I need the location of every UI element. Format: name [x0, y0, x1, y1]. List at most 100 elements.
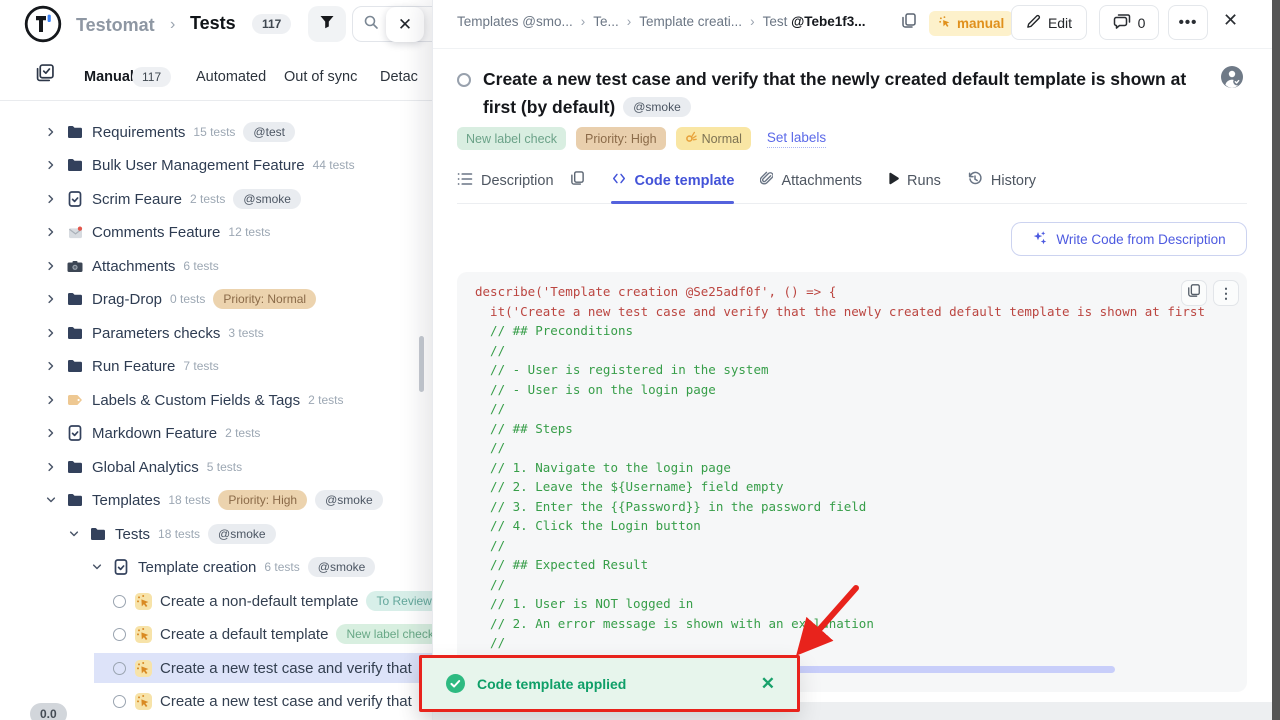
sidebar-scrollbar[interactable] — [419, 336, 424, 392]
tab-description[interactable]: Description — [457, 170, 554, 203]
tree-item-label: Bulk User Management Feature — [92, 157, 305, 174]
manual-cursor-icon — [938, 15, 952, 32]
sidebar-folder-item[interactable]: Tests18 tests@smoke — [0, 519, 432, 549]
assignee-avatar[interactable] — [1221, 66, 1243, 93]
kebab-icon: ••• — [1179, 14, 1198, 31]
app-name[interactable]: Testomat — [76, 15, 155, 36]
breadcrumb-item[interactable]: Test @Tebe1f3... — [763, 14, 866, 29]
sidebar-folder-item[interactable]: Global Analytics5 tests — [0, 452, 432, 482]
tab-code-template[interactable]: Code template — [611, 170, 735, 203]
search-icon — [363, 14, 379, 35]
panel-close-button[interactable]: ✕ — [1223, 10, 1238, 31]
tab-attachments[interactable]: Attachments — [760, 170, 862, 203]
manual-icon — [134, 626, 152, 643]
manual-icon — [134, 593, 152, 610]
test-status-circle[interactable] — [457, 73, 471, 87]
sidebar-test-item[interactable]: Create a default templateNew label check — [0, 619, 432, 649]
toast-close-button[interactable]: ✕ — [761, 674, 775, 694]
chevron-right-icon[interactable] — [44, 193, 58, 205]
tree-item-count: 5 tests — [207, 460, 242, 474]
code-line: // ## Steps — [475, 419, 1247, 439]
more-actions-button[interactable]: ••• — [1168, 5, 1208, 40]
write-code-from-description-button[interactable]: Write Code from Description — [1011, 222, 1247, 256]
breadcrumb-item[interactable]: Te... — [593, 14, 619, 29]
chevron-right-icon[interactable] — [44, 260, 58, 272]
ok-hand-icon — [685, 131, 697, 146]
sidebar-folder-item[interactable]: Scrim Feaure2 tests@smoke — [0, 184, 432, 214]
code-line: // — [475, 399, 1247, 419]
page-vertical-scrollbar[interactable] — [1272, 0, 1280, 720]
breadcrumb-item[interactable]: Template creati... — [639, 14, 742, 29]
copy-description-button[interactable] — [570, 170, 585, 203]
code-more-button[interactable]: ⋮ — [1213, 280, 1239, 306]
tab-history[interactable]: History — [967, 170, 1036, 203]
version-badge[interactable]: 0.0 — [30, 703, 67, 720]
code-line: describe('Template creation @Se25adf0f',… — [475, 282, 1247, 302]
sidebar-test-item[interactable]: Create a non-default templateTo Review — [0, 586, 432, 616]
sidebar-folder-item[interactable]: Labels & Custom Fields & Tags2 tests — [0, 385, 432, 415]
chevron-right-icon[interactable] — [44, 159, 58, 171]
sidebar-folder-item[interactable]: Attachments6 tests — [0, 251, 432, 281]
tree-item-label: Markdown Feature — [92, 425, 217, 442]
chevron-right-icon[interactable] — [44, 394, 58, 406]
code-line: // — [475, 341, 1247, 361]
tree-item-count: 0 tests — [170, 292, 205, 306]
sidebar-folder-item[interactable]: Comments Feature12 tests — [0, 217, 432, 247]
tab-detached[interactable]: Detac — [380, 69, 418, 85]
tree-item-label: Tests — [115, 526, 150, 543]
chevron-right-icon[interactable] — [44, 126, 58, 138]
sidebar-folder-item[interactable]: Drag-Drop0 testsPriority: Normal — [0, 284, 432, 314]
header-section-title: Tests — [190, 13, 236, 34]
sidebar-folder-item[interactable]: Bulk User Management Feature44 tests — [0, 150, 432, 180]
code-line: // 3. Enter the {{Password}} in the pass… — [475, 497, 1247, 517]
tab-automated[interactable]: Automated — [196, 69, 266, 85]
test-status-circle — [113, 628, 126, 641]
code-line: // 4. Click the Login button — [475, 516, 1247, 536]
copy-test-id-button[interactable] — [901, 12, 917, 34]
sidebar-folder-item[interactable]: Templates18 testsPriority: High@smoke — [0, 485, 432, 515]
chevron-right-icon[interactable] — [44, 327, 58, 339]
chevron-right-icon[interactable] — [44, 461, 58, 473]
chevron-right-icon[interactable] — [44, 360, 58, 372]
folder-icon — [66, 493, 84, 507]
chevron-down-icon[interactable] — [67, 528, 81, 540]
tree-item-badge: Priority: Normal — [213, 289, 316, 309]
folder-icon — [66, 359, 84, 373]
breadcrumb-item[interactable]: Templates @smo... — [457, 14, 573, 29]
sidebar-folder-item[interactable]: Template creation6 tests@smoke — [0, 552, 432, 582]
sidebar-folder-item[interactable]: Markdown Feature2 tests — [0, 418, 432, 448]
set-labels-link[interactable]: Set labels — [767, 130, 826, 148]
testomat-logo[interactable] — [24, 5, 62, 48]
edit-button[interactable]: Edit — [1011, 5, 1087, 40]
copy-icon — [570, 170, 585, 191]
test-status-circle — [113, 595, 126, 608]
chevron-right-icon[interactable] — [44, 427, 58, 439]
tree-item-badge: Priority: High — [218, 490, 307, 510]
tab-manual[interactable]: Manual — [84, 69, 134, 85]
folder-icon — [66, 125, 84, 139]
search-close-button[interactable]: ✕ — [386, 7, 424, 42]
chevron-down-icon[interactable] — [90, 561, 104, 573]
chevron-right-icon[interactable] — [44, 293, 58, 305]
code-copy-button[interactable] — [1181, 280, 1207, 306]
sparkles-icon — [1032, 230, 1048, 249]
chevron-right-icon[interactable] — [44, 226, 58, 238]
sidebar-folder-item[interactable]: Run Feature7 tests — [0, 351, 432, 381]
doc-icon — [66, 191, 84, 207]
sidebar-folder-item[interactable]: Requirements15 tests@test — [0, 117, 432, 147]
toast-message: Code template applied — [477, 676, 626, 692]
bulk-select-icon[interactable] — [36, 64, 54, 87]
sidebar-test-item[interactable]: Create a new test case and verify that — [0, 653, 432, 683]
filter-button[interactable] — [308, 6, 346, 42]
tab-out-of-sync[interactable]: Out of sync — [284, 69, 357, 85]
tree-item-label: Requirements — [92, 124, 185, 141]
history-icon — [967, 171, 983, 191]
code-line: // - User is registered in the system — [475, 360, 1247, 380]
sidebar-folder-item[interactable]: Parameters checks3 tests — [0, 318, 432, 348]
chevron-down-icon[interactable] — [44, 494, 58, 506]
tree-item-count: 6 tests — [264, 560, 299, 574]
tab-runs[interactable]: Runs — [888, 170, 941, 203]
header-breadcrumb-separator: › — [170, 16, 175, 34]
comments-button[interactable]: 0 — [1099, 5, 1159, 40]
test-status-circle — [113, 695, 126, 708]
